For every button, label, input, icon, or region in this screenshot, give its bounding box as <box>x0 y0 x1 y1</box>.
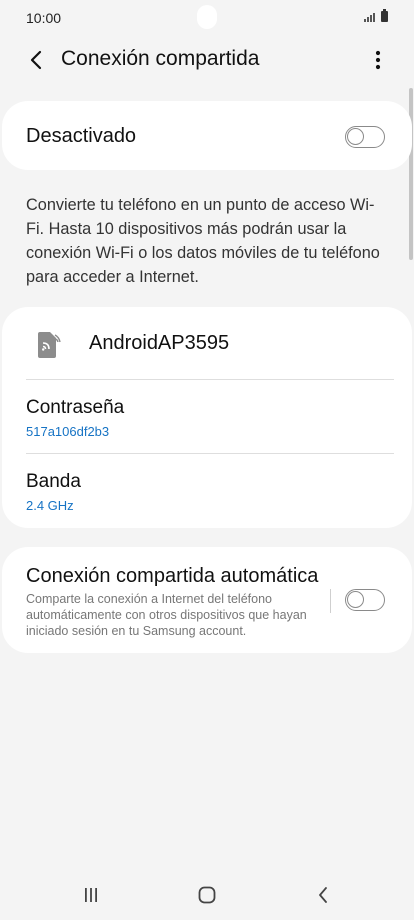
camera-cutout <box>197 5 217 29</box>
band-row[interactable]: Banda 2.4 GHz <box>2 455 412 527</box>
signal-icon <box>364 13 375 22</box>
app-bar: Conexión compartida <box>0 36 414 86</box>
home-button[interactable] <box>192 882 222 908</box>
status-bar: 10:00 <box>0 0 414 36</box>
network-name: AndroidAP3595 <box>89 332 230 354</box>
back-button[interactable] <box>22 46 50 74</box>
band-value: 2.4 GHz <box>26 498 74 513</box>
hotspot-status-label: Desactivado <box>26 125 137 147</box>
band-label: Banda <box>26 471 81 492</box>
scrollbar[interactable] <box>409 88 413 260</box>
divider <box>26 453 394 454</box>
toggle-knob <box>347 128 364 145</box>
hotspot-toggle-card[interactable]: Desactivado <box>2 101 412 170</box>
password-row[interactable]: Contraseña 517a106df2b3 <box>2 381 412 453</box>
hotspot-icon <box>38 332 61 358</box>
hotspot-toggle[interactable] <box>345 126 385 148</box>
page-title: Conexión compartida <box>61 47 260 70</box>
network-card: AndroidAP3595 Contraseña 517a106df2b3 Ba… <box>2 307 412 528</box>
recents-button[interactable] <box>76 882 106 908</box>
toggle-knob <box>347 591 364 608</box>
password-value: 517a106df2b3 <box>26 424 110 439</box>
back-arrow-icon <box>30 50 42 70</box>
nav-back-button[interactable] <box>308 882 338 908</box>
divider <box>26 379 394 380</box>
hotspot-description: Convierte tu teléfono en un punto de acc… <box>26 196 380 286</box>
more-vertical-icon <box>375 50 381 70</box>
password-label: Contraseña <box>26 397 125 418</box>
navigation-bar <box>0 868 414 920</box>
status-icons <box>364 9 388 22</box>
battery-icon <box>381 9 388 22</box>
auto-hotspot-card[interactable]: Conexión compartida automática Comparte … <box>2 547 412 653</box>
recents-icon <box>85 888 97 902</box>
auto-hotspot-description: Comparte la conexión a Internet del telé… <box>26 592 307 638</box>
status-time: 10:00 <box>26 10 62 26</box>
auto-hotspot-title: Conexión compartida automática <box>26 565 319 587</box>
divider <box>330 589 331 613</box>
back-icon <box>319 887 327 903</box>
auto-hotspot-toggle[interactable] <box>345 589 385 611</box>
more-options-button[interactable] <box>364 46 392 74</box>
home-icon <box>198 886 216 904</box>
